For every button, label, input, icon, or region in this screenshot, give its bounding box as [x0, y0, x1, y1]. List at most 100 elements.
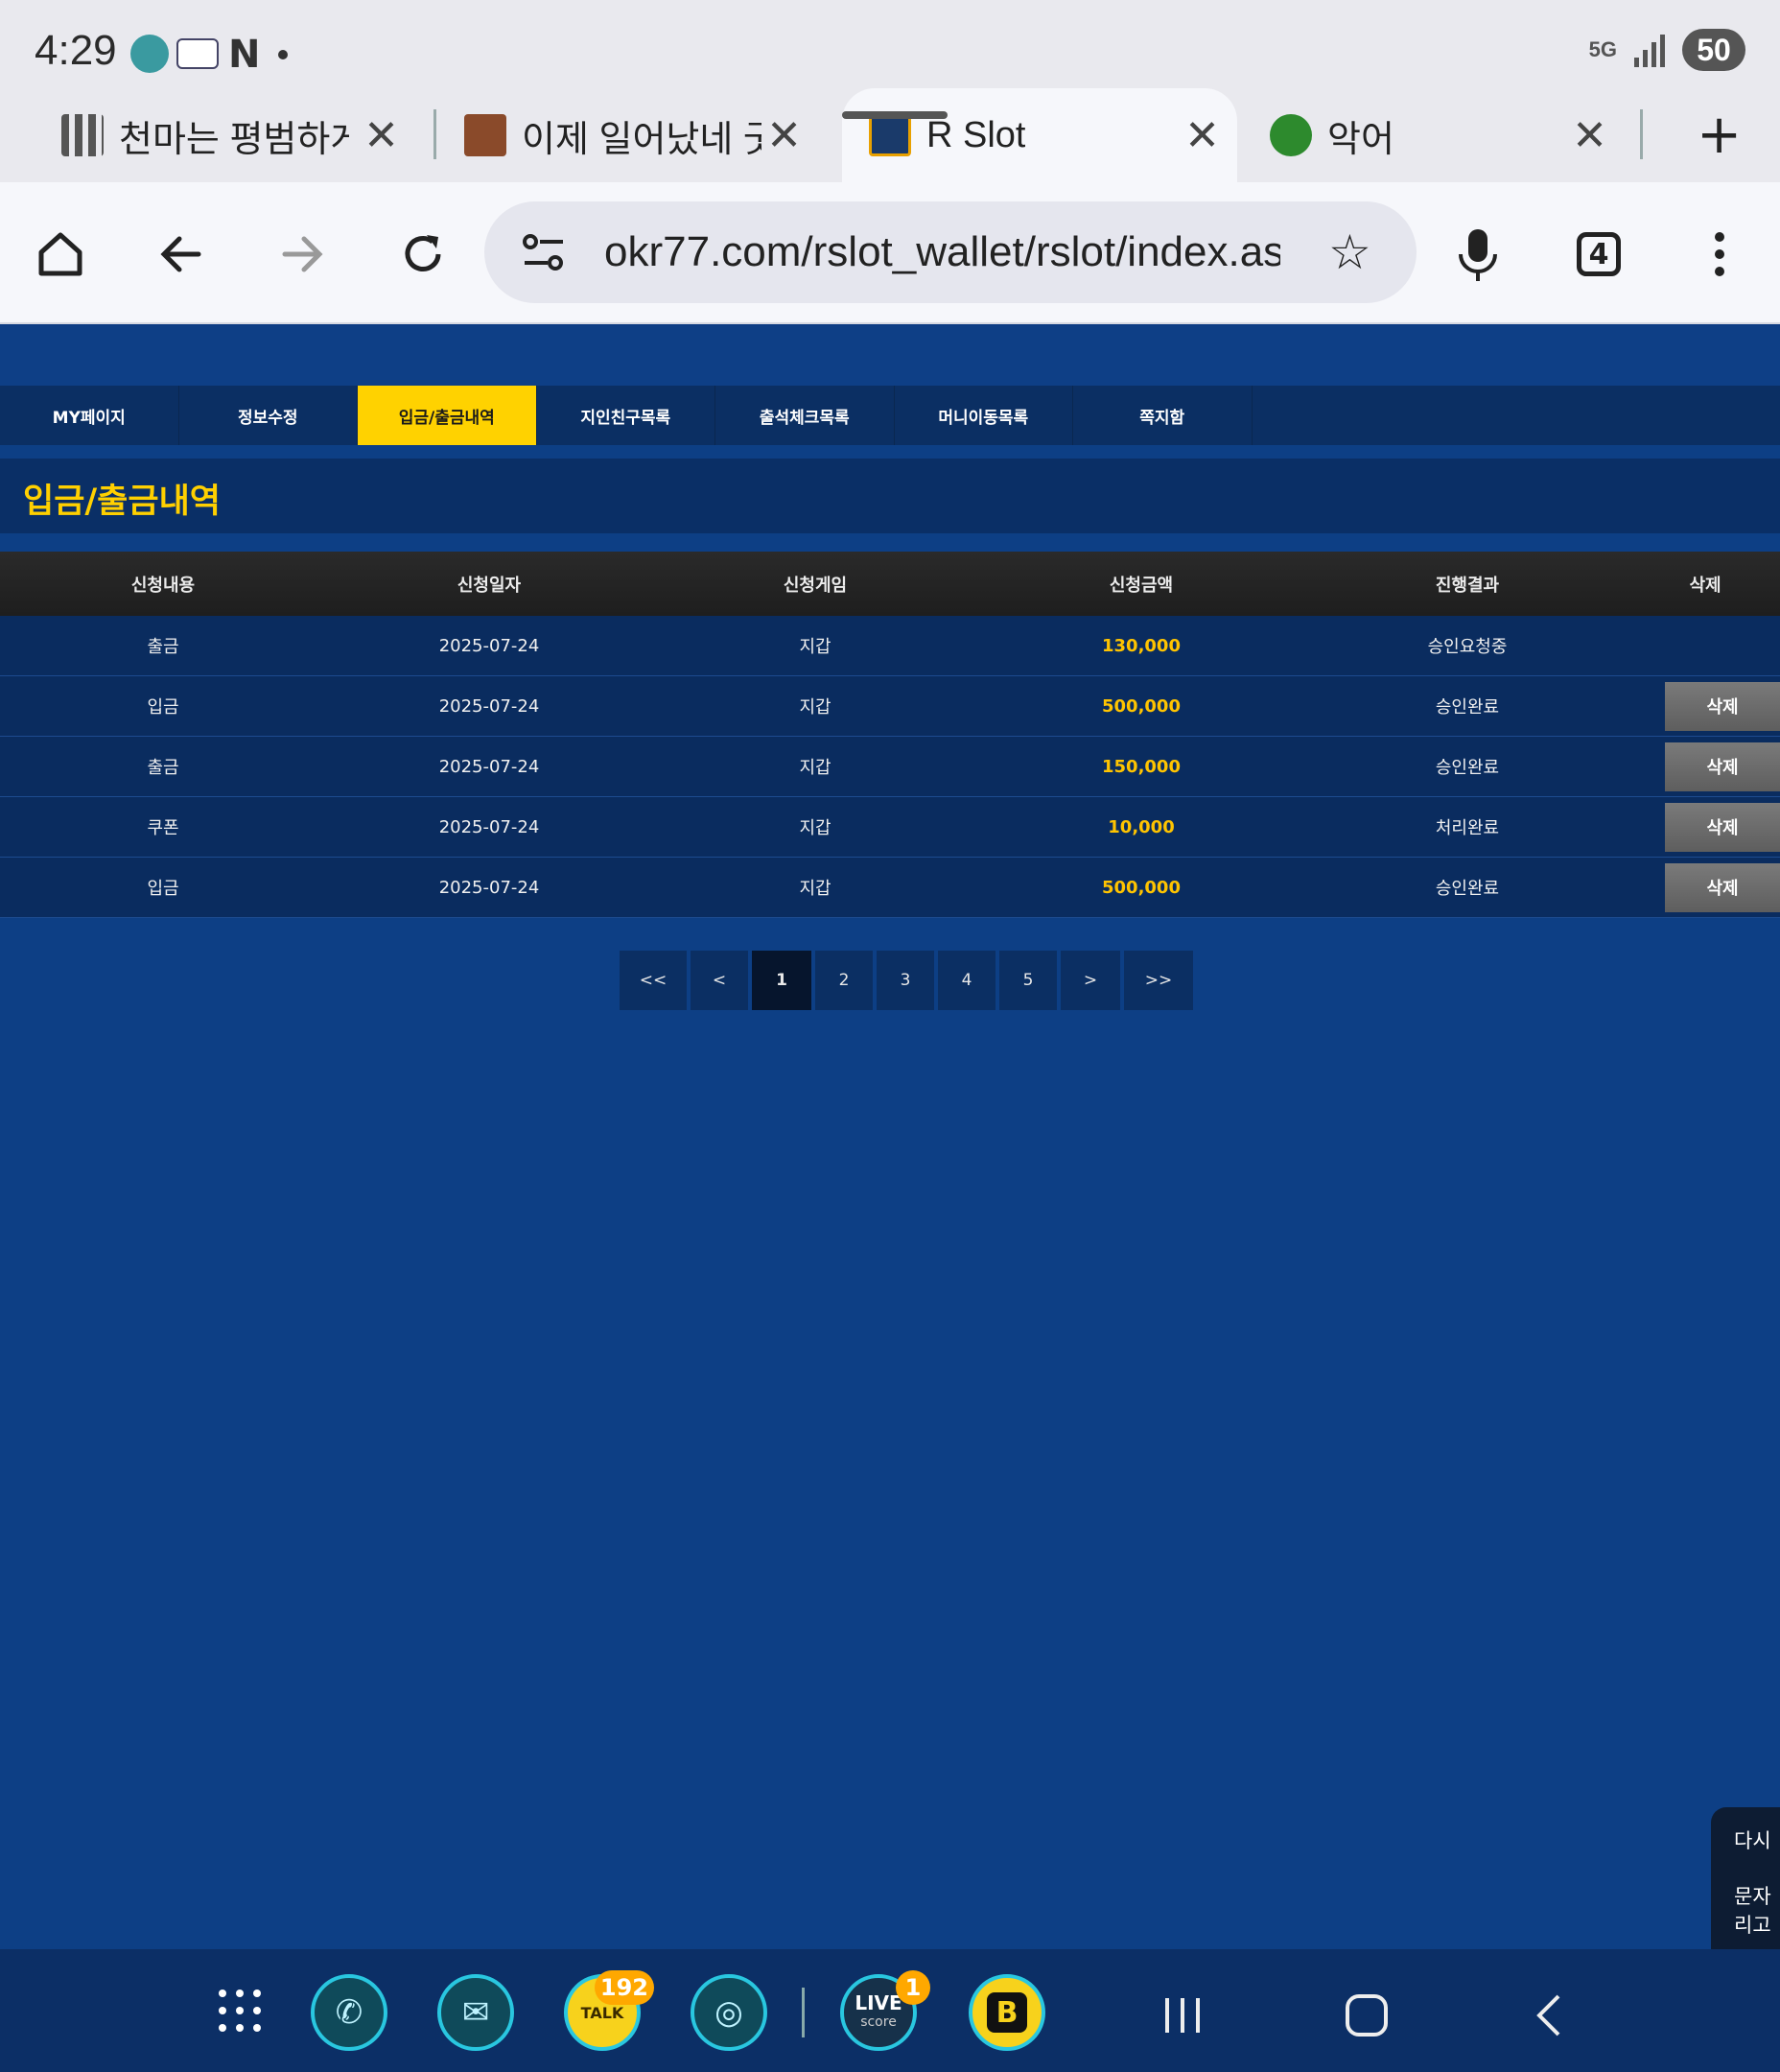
page-4-button[interactable]: 4 — [938, 951, 995, 1010]
nav-edit-info[interactable]: 정보수정 — [179, 386, 358, 445]
tab-switcher-button[interactable]: 4 — [1565, 221, 1632, 288]
request-type: 출금 — [147, 637, 179, 657]
tab-divider — [433, 109, 436, 159]
delete-cell: 삭제 — [1630, 737, 1780, 796]
signal-icon — [1634, 33, 1665, 67]
home-icon[interactable] — [27, 221, 94, 288]
url-text[interactable]: okr77.com/rslot_wallet/rslot/index.asp — [604, 228, 1280, 276]
crocodile-favicon-icon — [1270, 114, 1312, 156]
prev-page-button[interactable]: < — [691, 951, 748, 1010]
microphone-icon[interactable] — [1444, 221, 1511, 288]
request-game: 지갑 — [799, 879, 831, 899]
notification-dot-icon — [278, 50, 288, 59]
more-menu-icon[interactable] — [1686, 221, 1753, 288]
back-arrow-icon[interactable] — [148, 221, 215, 288]
first-page-button[interactable]: << — [620, 951, 687, 1010]
network-type: 5G — [1588, 37, 1617, 61]
back-button-icon[interactable] — [1517, 1982, 1584, 2049]
bookmark-star-icon[interactable]: ☆ — [1328, 224, 1371, 280]
page-title-bar: 입금/출금내역 — [0, 459, 1780, 533]
live-score-app-icon[interactable]: LIVE score 1 — [840, 1970, 930, 2051]
side-panel-text: 문자 — [1734, 1885, 1771, 1908]
delete-cell: 삭제 — [1630, 797, 1780, 857]
page-2-button[interactable]: 2 — [815, 951, 873, 1010]
home-button-icon[interactable] — [1333, 1982, 1400, 2049]
web-page: MY페이지 정보수정 입금/출금내역 지인친구목록 출석체크목록 머니이동목록 … — [0, 326, 1780, 1949]
request-result: 승인요청중 — [1427, 637, 1508, 657]
recent-apps-icon[interactable] — [1149, 1982, 1216, 2049]
delete-cell-empty — [1630, 616, 1780, 675]
messages-app-icon[interactable]: ✉ — [437, 1974, 514, 2051]
page-5-button[interactable]: 5 — [999, 951, 1057, 1010]
site-settings-icon[interactable] — [521, 232, 567, 272]
live-score-sublabel: score — [860, 2014, 897, 2030]
notification-badge: 1 — [896, 1970, 930, 2005]
nav-mypage[interactable]: MY페이지 — [0, 386, 179, 445]
nav-money-transfer-list[interactable]: 머니이동목록 — [895, 386, 1073, 445]
request-type: 입금 — [147, 879, 179, 899]
tab-title: 악어 — [1327, 119, 1394, 160]
nav-deposit-withdrawal-history[interactable]: 입금/출금내역 — [358, 386, 537, 445]
browser-tab-2[interactable]: 이제 일어났네 굿모 ✕ — [464, 88, 819, 182]
request-amount: 10,000 — [1108, 816, 1175, 837]
request-amount: 130,000 — [1102, 635, 1181, 656]
request-date: 2025-07-24 — [438, 816, 540, 837]
phone-app-icon[interactable]: ✆ — [311, 1974, 387, 2051]
r-slot-favicon-icon — [869, 114, 911, 156]
table-row: 출금 2025-07-24 지갑 130,000 승인요청중 — [0, 616, 1780, 676]
kakaotalk-app-icon[interactable]: TALK 192 — [564, 1970, 654, 2051]
browser-tab-1[interactable]: 천마는 평범하게 살 ✕ — [61, 88, 416, 182]
browser-tab-3-active[interactable]: R Slot ✕ — [842, 88, 1237, 182]
close-tab-icon[interactable]: ✕ — [766, 111, 802, 160]
internet-app-icon[interactable]: ◎ — [691, 1974, 767, 2051]
pagination: << < 1 2 3 4 5 > >> — [620, 951, 1193, 1010]
next-page-button[interactable]: > — [1061, 951, 1120, 1010]
close-tab-icon[interactable]: ✕ — [1184, 111, 1220, 160]
notification-app-icon — [130, 35, 169, 73]
request-result: 승인완료 — [1435, 758, 1500, 778]
delete-button[interactable]: 삭제 — [1665, 681, 1780, 731]
new-tab-icon[interactable]: + — [1697, 104, 1742, 166]
slot-machine-favicon-icon — [464, 114, 506, 156]
notification-on-icon — [176, 38, 219, 69]
request-date: 2025-07-24 — [438, 635, 540, 656]
status-time: 4:29 — [35, 27, 117, 74]
delete-button[interactable]: 삭제 — [1665, 862, 1780, 912]
tab-count: 4 — [1577, 232, 1621, 276]
nav-attendance-list[interactable]: 출석체크목록 — [715, 386, 895, 445]
address-bar[interactable]: okr77.com/rslot_wallet/rslot/index.asp ☆ — [484, 201, 1417, 303]
delete-button[interactable]: 삭제 — [1665, 802, 1780, 852]
column-header: 신청게임 — [783, 575, 848, 596]
browser-tab-strip: 천마는 평범하게 살 ✕ 이제 일어났네 굿모 ✕ R Slot ✕ 악어 ✕ … — [0, 84, 1780, 182]
b-app-icon[interactable]: B — [969, 1974, 1045, 2051]
nav-message-box[interactable]: 쪽지함 — [1073, 386, 1253, 445]
delete-button[interactable]: 삭제 — [1665, 742, 1780, 791]
tab-title: 이제 일어났네 굿모 — [522, 119, 761, 160]
table-row: 입금 2025-07-24 지갑 500,000 승인완료 삭제 — [0, 676, 1780, 737]
nav-friend-list[interactable]: 지인친구목록 — [537, 386, 715, 445]
page-3-button[interactable]: 3 — [877, 951, 934, 1010]
tab-title: 천마는 평범하게 살 — [119, 119, 349, 160]
forward-arrow-icon[interactable] — [269, 221, 336, 288]
floating-side-panel[interactable]: 다시 문자 리고 — [1711, 1807, 1780, 1949]
request-date: 2025-07-24 — [438, 877, 540, 898]
app-drawer-icon[interactable] — [217, 1988, 263, 2034]
page-1-button[interactable]: 1 — [752, 951, 811, 1010]
tab-title: R Slot — [926, 114, 1026, 155]
last-page-button[interactable]: >> — [1124, 951, 1193, 1010]
close-tab-icon[interactable]: ✕ — [1572, 111, 1607, 160]
table-row: 쿠폰 2025-07-24 지갑 10,000 처리완료 삭제 — [0, 797, 1780, 858]
tab-drag-handle[interactable] — [842, 111, 948, 119]
close-tab-icon[interactable]: ✕ — [363, 111, 399, 160]
dock-divider — [802, 1988, 805, 2037]
column-header: 진행결과 — [1435, 575, 1500, 596]
table-header: 신청내용 신청일자 신청게임 신청금액 진행결과 삭제 — [0, 552, 1780, 616]
side-panel-text: 다시 — [1734, 1829, 1771, 1852]
request-result: 승인완료 — [1435, 879, 1500, 899]
live-score-label: LIVE — [855, 1991, 902, 2014]
battery-indicator: 50 — [1682, 29, 1745, 71]
request-game: 지갑 — [799, 818, 831, 838]
reload-icon[interactable] — [389, 221, 457, 288]
request-game: 지갑 — [799, 758, 831, 778]
browser-tab-4[interactable]: 악어 ✕ — [1270, 88, 1625, 182]
